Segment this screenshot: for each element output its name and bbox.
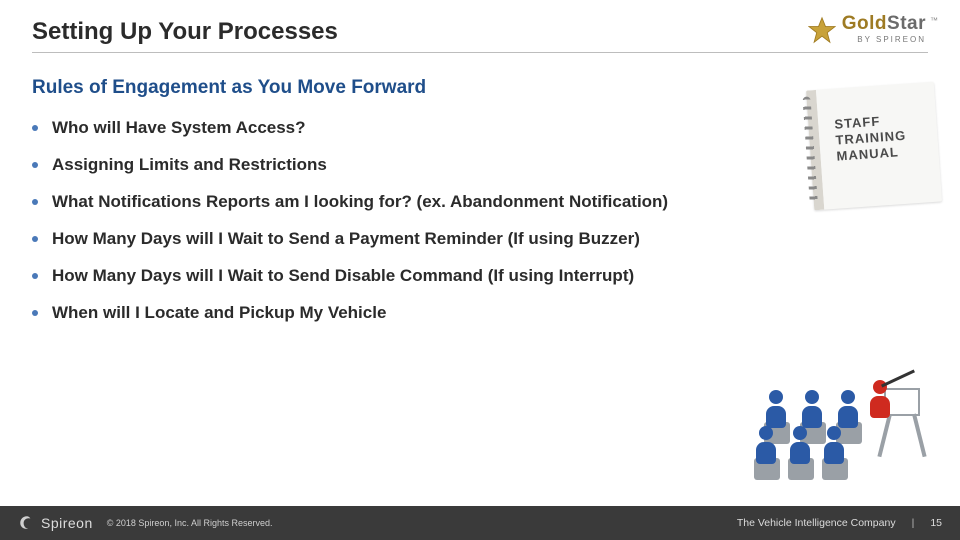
bullet-icon (32, 236, 38, 242)
section-subtitle: Rules of Engagement as You Move Forward (32, 77, 928, 99)
bullet-text: Assigning Limits and Restrictions (52, 154, 327, 177)
footer-tagline: The Vehicle Intelligence Company (737, 517, 896, 529)
person-icon (764, 390, 788, 434)
header: Setting Up Your Processes GoldStar BY SP… (0, 0, 960, 61)
pointer-icon (881, 370, 915, 388)
brand-byline: BY SPIREON (842, 36, 926, 44)
header-divider (32, 52, 928, 53)
bullet-text: How Many Days will I Wait to Send a Paym… (52, 228, 640, 251)
footer-brand: Spireon (41, 515, 93, 531)
trademark-symbol: ™ (930, 16, 938, 25)
footer-separator: | (912, 517, 915, 529)
slide-title: Setting Up Your Processes (32, 18, 928, 46)
page-number: 15 (930, 517, 942, 529)
footer-logo: Spireon (18, 514, 93, 532)
person-icon (836, 390, 860, 434)
bullet-icon (32, 125, 38, 131)
footer: Spireon © 2018 Spireon, Inc. All Rights … (0, 506, 960, 540)
classroom-image (748, 328, 938, 488)
bullet-text: When will I Locate and Pickup My Vehicle (52, 302, 386, 325)
person-icon (800, 390, 824, 434)
bullet-text: What Notifications Reports am I looking … (52, 191, 668, 214)
presenter-icon (868, 380, 892, 424)
list-item: Assigning Limits and Restrictions (32, 154, 928, 177)
list-item: How Many Days will I Wait to Send a Paym… (32, 228, 928, 251)
list-item: When will I Locate and Pickup My Vehicle (32, 302, 928, 325)
bullet-list: Who will Have System Access? Assigning L… (32, 117, 928, 325)
manual-label: MANUAL (836, 144, 899, 163)
copyright-text: © 2018 Spireon, Inc. All Rights Reserved… (107, 518, 273, 528)
bullet-icon (32, 199, 38, 205)
bullet-icon (32, 273, 38, 279)
brand-wordmark: GoldStar (842, 14, 926, 33)
training-manual-image: STAFF TRAINING MANUAL (806, 82, 942, 211)
list-item: What Notifications Reports am I looking … (32, 191, 928, 214)
bullet-text: How Many Days will I Wait to Send Disabl… (52, 265, 634, 288)
list-item: How Many Days will I Wait to Send Disabl… (32, 265, 928, 288)
list-item: Who will Have System Access? (32, 117, 928, 140)
bullet-icon (32, 162, 38, 168)
star-icon (808, 16, 836, 44)
slide: Setting Up Your Processes GoldStar BY SP… (0, 0, 960, 540)
bullet-text: Who will Have System Access? (52, 117, 306, 140)
swirl-icon (18, 514, 36, 532)
brand-logo: GoldStar BY SPIREON ™ (808, 14, 938, 44)
bullet-icon (32, 310, 38, 316)
